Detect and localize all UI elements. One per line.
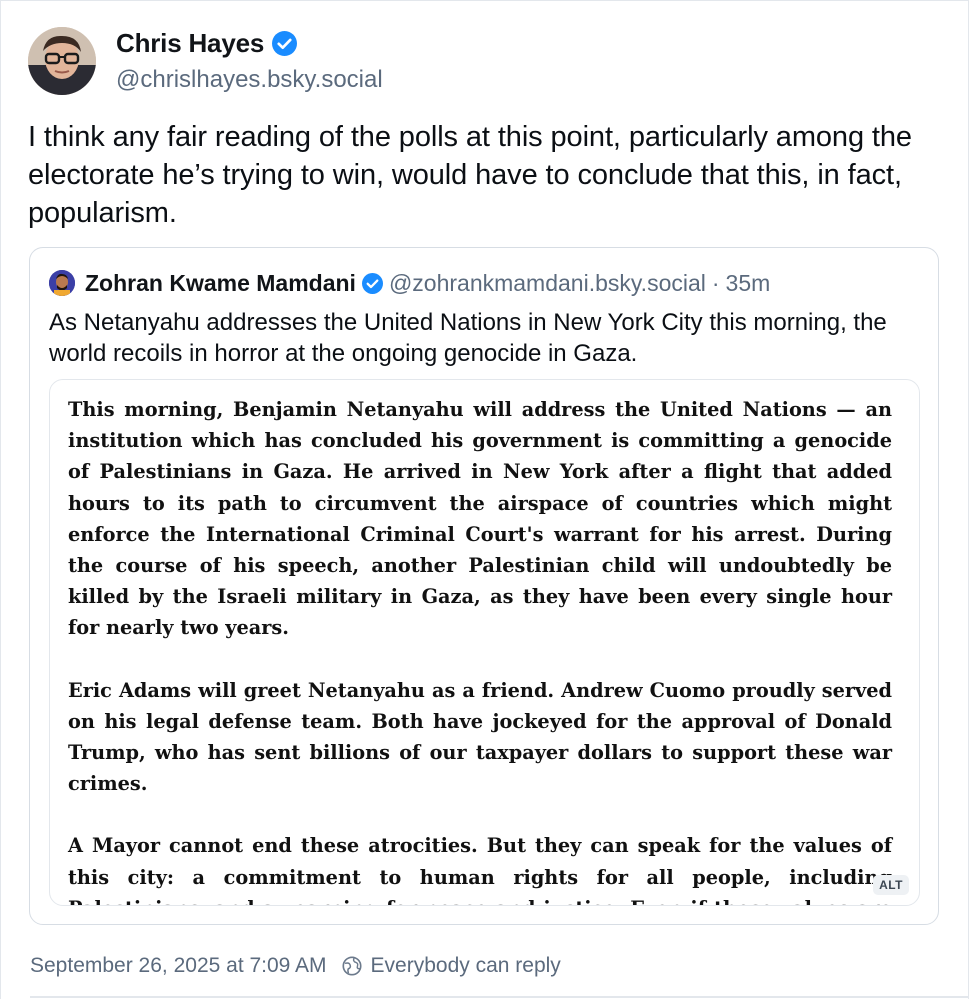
statement-text: This morning, Benjamin Netanyahu will ad…: [68, 394, 892, 905]
avatar-image: [28, 27, 96, 95]
post-text: I think any fair reading of the polls at…: [28, 121, 912, 229]
alt-text-badge[interactable]: ALT: [873, 875, 909, 895]
author-name[interactable]: Chris Hayes: [116, 28, 264, 59]
author-name-row[interactable]: Chris Hayes: [116, 28, 298, 59]
reply-setting[interactable]: Everybody can reply: [371, 954, 561, 978]
quoted-post-text: As Netanyahu addresses the United Nation…: [49, 309, 887, 367]
quoted-author-name[interactable]: Zohran Kwame Mamdani: [85, 270, 356, 297]
author-handle[interactable]: @chrislhayes.bsky.social: [116, 66, 383, 94]
globe-icon: [342, 956, 362, 976]
quoted-post-header: Zohran Kwame Mamdani @zohrankmamdani.bsk…: [49, 268, 770, 298]
quoted-post[interactable]: Zohran Kwame Mamdani @zohrankmamdani.bsk…: [29, 247, 939, 925]
separator-dot: ·: [711, 269, 720, 296]
post-card: Chris Hayes @chrislhayes.bsky.social I t…: [0, 0, 969, 1000]
post-meta: September 26, 2025 at 7:09 AM Everybody …: [30, 953, 561, 979]
verified-badge-icon: [272, 31, 298, 56]
quoted-avatar-image: [49, 270, 75, 296]
quoted-verified-badge-icon: [361, 272, 383, 294]
quoted-author-handle[interactable]: @zohrankmamdani.bsky.social: [389, 270, 706, 297]
post-date[interactable]: September 26, 2025 at 7:09 AM: [30, 954, 327, 978]
statement-paragraph: A Mayor cannot end these atrocities. But…: [68, 834, 892, 905]
quoted-post-time[interactable]: 35m: [726, 270, 771, 297]
quoted-author-avatar[interactable]: [49, 270, 75, 296]
author-avatar[interactable]: [28, 27, 96, 95]
statement-paragraph: Eric Adams will greet Netanyahu as a fri…: [68, 678, 892, 796]
statement-paragraph: This morning, Benjamin Netanyahu will ad…: [68, 398, 892, 640]
quoted-post-image[interactable]: This morning, Benjamin Netanyahu will ad…: [49, 379, 920, 906]
divider: [30, 996, 969, 998]
